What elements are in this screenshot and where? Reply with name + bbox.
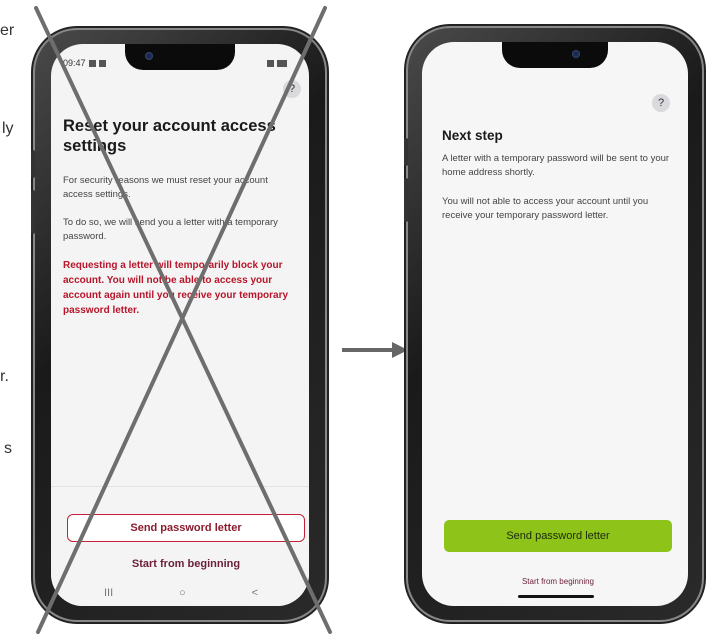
page-title: Reset your account access settings xyxy=(63,117,276,155)
phone-old-screen: 09:47 ? Reset your account access settin… xyxy=(31,30,325,620)
page-title: Next step xyxy=(442,128,503,143)
battery-icon xyxy=(277,59,287,67)
info-paragraph: For security reasons we must reset your … xyxy=(63,175,268,200)
start-from-beginning-link[interactable]: Start from beginning xyxy=(444,577,672,586)
volume-button xyxy=(31,190,35,234)
phone-new-screen: ? Next step A letter with a temporary pa… xyxy=(404,28,702,620)
send-password-letter-button[interactable]: Send password letter xyxy=(444,520,672,552)
edge-text-4: s xyxy=(4,440,12,457)
home-indicator[interactable] xyxy=(518,595,594,598)
status-bar: 09:47 xyxy=(63,56,295,70)
notification-icon xyxy=(88,59,96,67)
warning-text: Requesting a letter will temporarily blo… xyxy=(63,260,289,316)
home-icon[interactable]: ○ xyxy=(179,587,186,599)
camera-icon xyxy=(572,50,580,58)
screen: 09:47 ? Reset your account access settin… xyxy=(51,44,309,606)
info-paragraph: To do so, we will send you a letter with… xyxy=(63,217,278,242)
volume-button xyxy=(404,178,408,222)
edge-text-1: er xyxy=(0,22,15,39)
notification-icon xyxy=(98,59,106,67)
start-from-beginning-link[interactable]: Start from beginning xyxy=(67,558,305,570)
edge-text-2: ly xyxy=(2,120,14,137)
notch xyxy=(502,42,608,68)
signal-icon xyxy=(267,59,274,67)
help-button[interactable]: ? xyxy=(283,80,301,98)
info-paragraph: A letter with a temporary password will … xyxy=(442,153,670,178)
info-paragraph: You will not able to access your account… xyxy=(442,196,649,221)
volume-button xyxy=(404,138,408,166)
edge-text-3: r. xyxy=(0,368,9,385)
screen: ? Next step A letter with a temporary pa… xyxy=(422,42,688,606)
volume-button xyxy=(31,150,35,178)
back-icon[interactable]: < xyxy=(252,587,258,599)
android-nav-bar: III ○ < xyxy=(71,584,291,602)
help-button[interactable]: ? xyxy=(652,94,670,112)
status-time: 09:47 xyxy=(63,58,86,68)
send-password-letter-button[interactable]: Send password letter xyxy=(67,514,305,542)
recents-icon[interactable]: III xyxy=(104,587,113,599)
arrow-right-icon xyxy=(342,342,408,358)
